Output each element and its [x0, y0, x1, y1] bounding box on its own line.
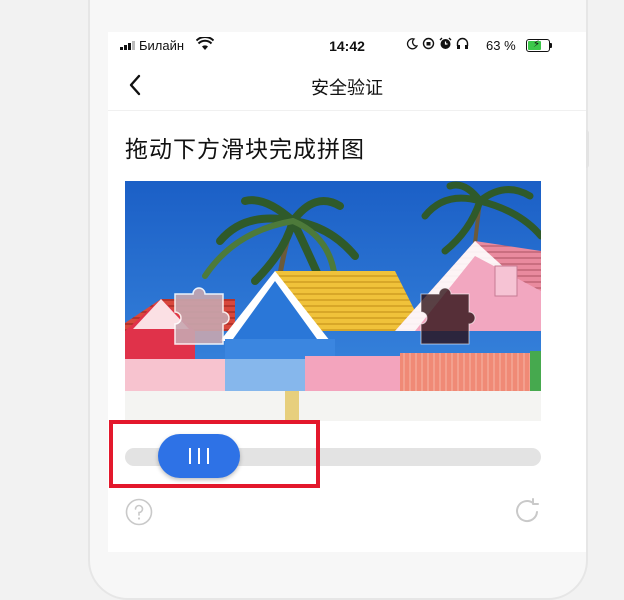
captcha-puzzle-image	[125, 181, 541, 421]
headphones-icon	[456, 37, 469, 49]
captcha-instruction: 拖动下方滑块完成拼图	[125, 137, 365, 163]
fence-pink	[125, 359, 225, 391]
nav-bar: 安全验证	[108, 60, 586, 111]
fence-orange	[400, 353, 530, 395]
fence-blue	[225, 359, 305, 391]
highlight-box	[109, 420, 320, 488]
puzzle-piece	[174, 287, 230, 345]
battery-icon: ⚡	[526, 39, 552, 52]
orientation-lock-icon	[422, 37, 435, 50]
status-right-icons	[406, 37, 469, 50]
question-circle-icon[interactable]	[125, 498, 153, 526]
charging-bolt-icon: ⚡	[533, 39, 541, 50]
page-title: 安全验证	[311, 78, 383, 99]
status-bar: Билайн 14:42 63 % ⚡	[108, 32, 586, 60]
moon-icon	[406, 37, 418, 49]
wall	[125, 391, 541, 421]
puzzle-slot	[420, 287, 476, 345]
alarm-icon	[439, 37, 452, 49]
refresh-icon[interactable]	[512, 496, 542, 526]
battery-cap	[550, 43, 552, 48]
fence-pink-2	[305, 356, 400, 391]
battery-percent: 63 %	[486, 38, 516, 53]
